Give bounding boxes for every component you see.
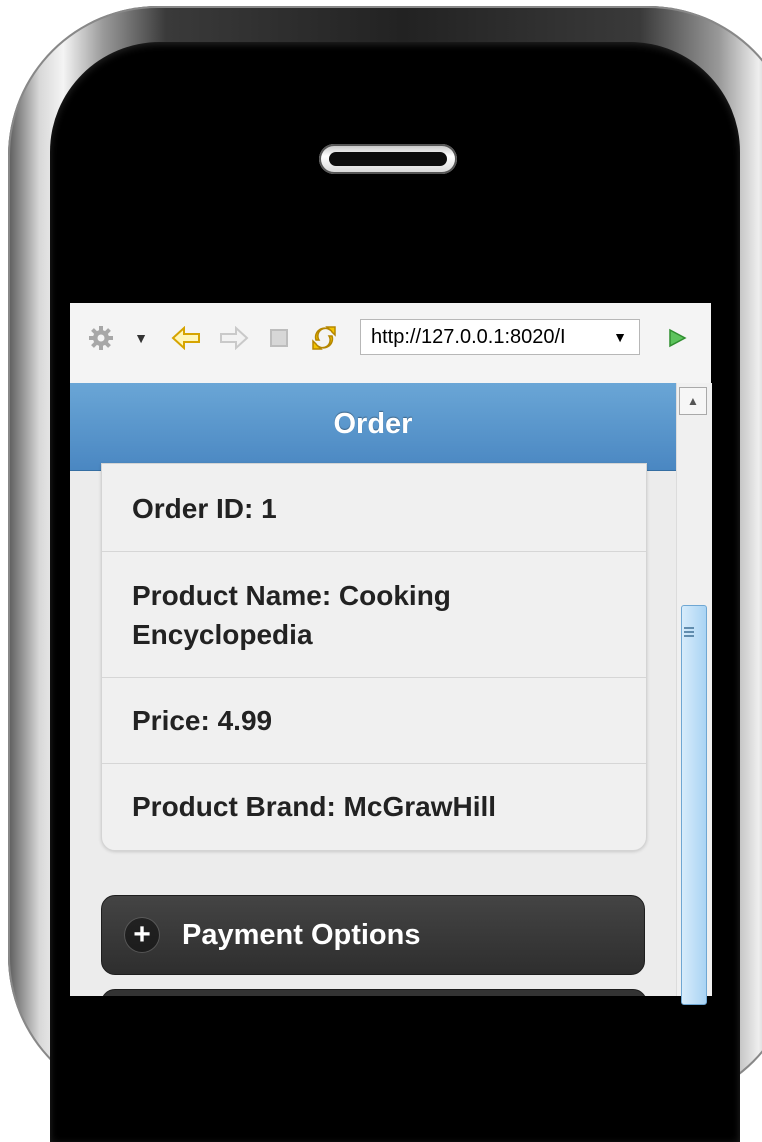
phone-speaker <box>319 144 457 174</box>
go-icon[interactable] <box>662 323 692 353</box>
refresh-icon[interactable] <box>308 323 340 353</box>
list-item: Product Brand: McGrawHill <box>102 764 646 850</box>
plus-icon: + <box>124 917 160 953</box>
scrollbar-grip-icon <box>682 625 696 639</box>
url-text: http://127.0.0.1:8020/I <box>371 326 566 348</box>
scroll-up-icon[interactable]: ▲ <box>679 387 707 415</box>
payment-options-collapsible[interactable]: + Payment Options <box>101 895 645 975</box>
order-details-list: Order ID: 1 Product Name: Cooking Encycl… <box>101 463 647 851</box>
page-content: Order Order ID: 1 Product Name: Cooking … <box>70 383 676 996</box>
price-text: Price: 4.99 <box>132 704 273 736</box>
list-item: Order ID: 1 <box>102 464 646 552</box>
status-area <box>70 258 711 308</box>
order-id-text: Order ID: 1 <box>132 492 277 524</box>
url-input[interactable]: http://127.0.0.1:8020/I ▼ <box>360 319 640 355</box>
product-name-text: Product Name: Cooking Encyclopedia <box>132 579 451 650</box>
payment-options-label: Payment Options <box>182 918 421 951</box>
product-brand-text: Product Brand: McGrawHill <box>132 791 497 822</box>
back-arrow-icon[interactable] <box>170 323 202 353</box>
next-collapsible[interactable] <box>101 989 647 996</box>
scrollbar[interactable]: ▲ <box>676 383 712 1005</box>
forward-arrow-icon[interactable] <box>218 323 250 353</box>
gear-menu-chevron-down-icon[interactable]: ▼ <box>132 323 150 353</box>
stop-icon[interactable] <box>266 323 292 353</box>
url-chevron-down-icon[interactable]: ▼ <box>613 320 627 354</box>
scrollbar-thumb[interactable] <box>681 605 707 1005</box>
browser-toolbar: ▼ http://127.0.0.1:8020/I ▼ <box>70 303 711 384</box>
list-item: Product Name: Cooking Encyclopedia <box>102 552 646 678</box>
page-title: Order <box>70 383 676 471</box>
list-item: Price: 4.99 <box>102 678 646 764</box>
gear-icon[interactable] <box>86 323 116 353</box>
